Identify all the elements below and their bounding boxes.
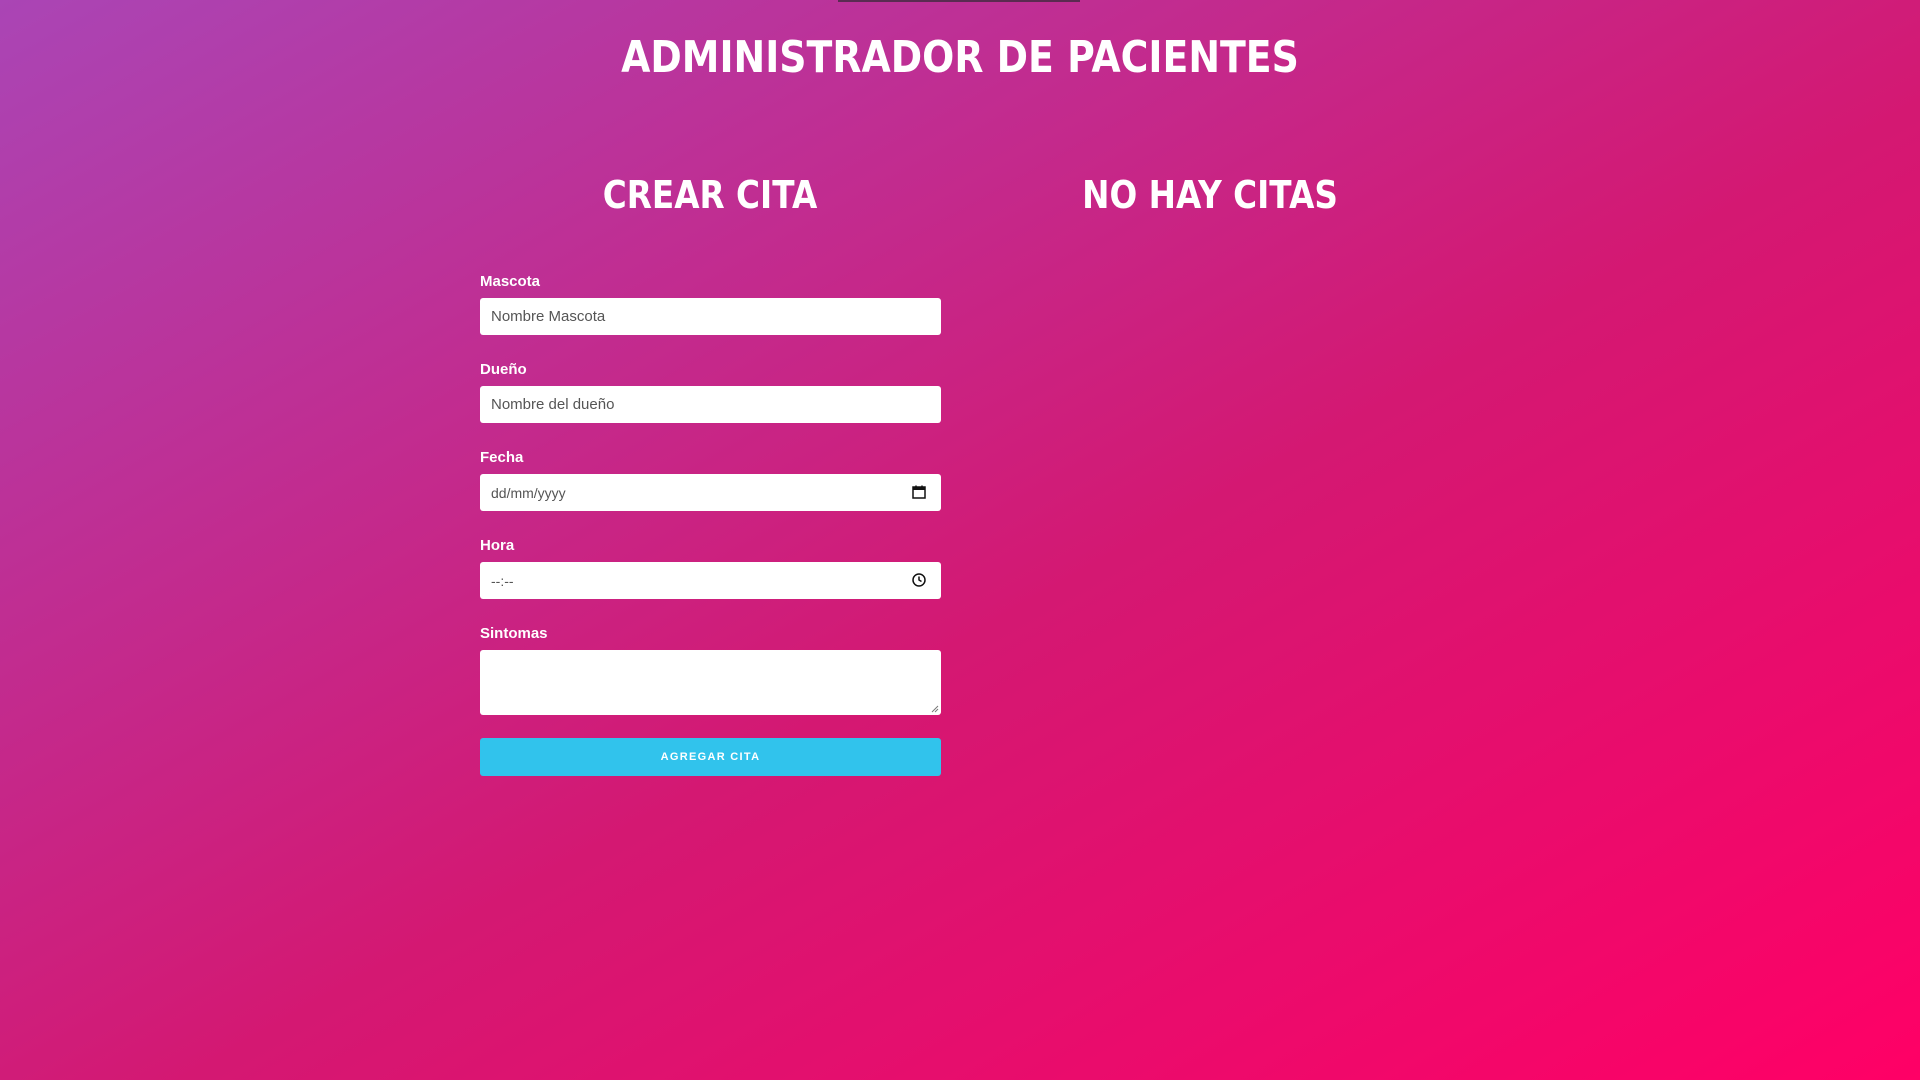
fecha-input[interactable] [480, 474, 941, 511]
dueno-label: Dueño [480, 361, 527, 378]
form-heading: Crear Cita [602, 173, 818, 217]
top-strip [838, 0, 1080, 2]
mascota-label: Mascota [480, 273, 541, 290]
calendar-icon[interactable] [911, 484, 927, 500]
page-title: Administrador de Pacientes [621, 32, 1299, 83]
appointment-form: Mascota Dueño Fecha Hora Sintomas Agrega… [480, 272, 941, 776]
fecha-field [480, 474, 941, 511]
dueno-field [480, 386, 941, 423]
clock-icon[interactable] [911, 572, 927, 588]
dueno-input[interactable] [480, 386, 941, 423]
sintomas-label: Sintomas [480, 625, 548, 642]
appointments-heading: No hay citas [1082, 173, 1338, 217]
mascota-field [480, 298, 941, 335]
resize-grip-icon[interactable] [931, 705, 939, 713]
mascota-input[interactable] [480, 298, 941, 335]
sintomas-textarea[interactable] [480, 650, 941, 715]
fecha-label: Fecha [480, 449, 524, 466]
hora-field [480, 562, 941, 599]
agregar-cita-button[interactable]: Agregar Cita [480, 738, 941, 776]
hora-label: Hora [480, 537, 515, 554]
sintomas-field [480, 650, 941, 715]
hora-input[interactable] [480, 562, 941, 599]
